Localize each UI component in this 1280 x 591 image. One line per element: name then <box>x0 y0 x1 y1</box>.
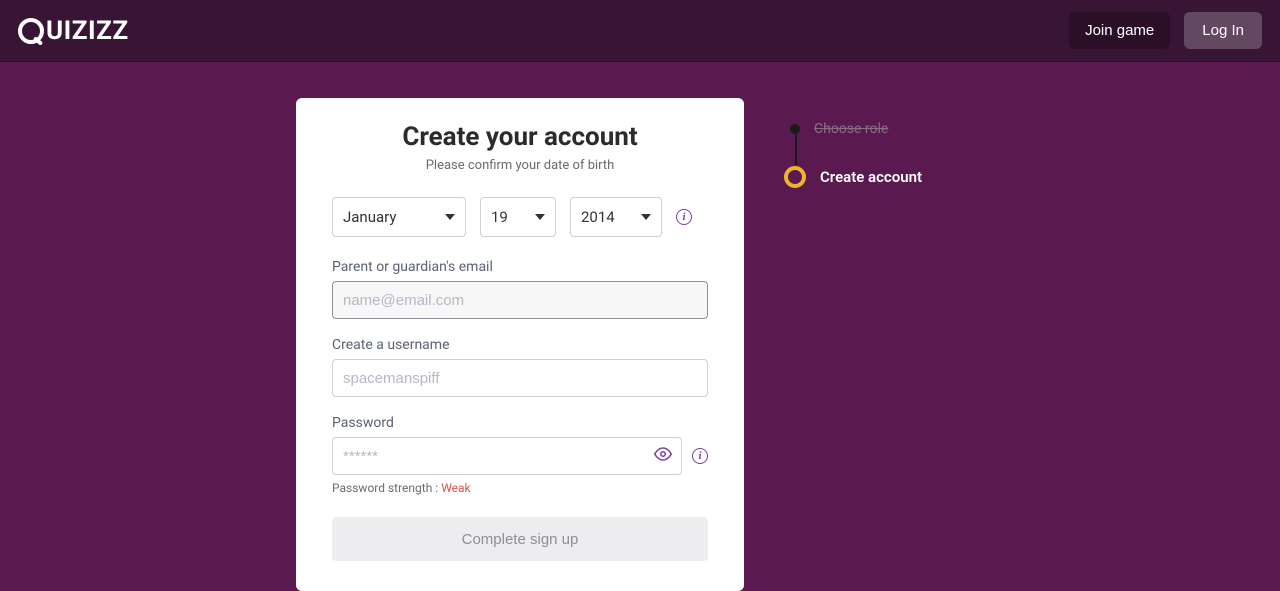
step-current-icon <box>784 166 806 188</box>
page-subtitle: Please confirm your date of birth <box>332 158 708 173</box>
dob-year-value: 2014 <box>581 208 615 226</box>
signup-card: Create your account Please confirm your … <box>296 98 744 591</box>
logo-text: UIZIZZ <box>46 16 129 46</box>
password-strength: Password strength : Weak <box>332 481 708 495</box>
dob-row: January 19 2014 i <box>332 197 708 237</box>
username-field-group: Create a username <box>332 337 708 397</box>
step-choose-role: Choose role <box>784 116 984 142</box>
app-header: UIZIZZ Join game Log In <box>0 0 1280 62</box>
main-content: Create your account Please confirm your … <box>0 62 1280 591</box>
username-label: Create a username <box>332 337 708 353</box>
info-icon[interactable]: i <box>692 448 708 464</box>
password-strength-prefix: Password strength : <box>332 481 441 495</box>
chevron-down-icon <box>535 214 545 220</box>
step-create-account-label: Create account <box>820 168 922 186</box>
login-button[interactable]: Log In <box>1184 12 1262 49</box>
dob-year-select[interactable]: 2014 <box>570 197 662 237</box>
email-input[interactable] <box>332 281 708 319</box>
eye-icon[interactable] <box>654 445 672 467</box>
dob-month-value: January <box>343 208 396 226</box>
chevron-down-icon <box>641 214 651 220</box>
password-label: Password <box>332 415 708 431</box>
dob-month-select[interactable]: January <box>332 197 466 237</box>
email-field-group: Parent or guardian's email <box>332 259 708 319</box>
step-connector <box>795 129 797 165</box>
logo-q-icon <box>18 18 44 44</box>
header-actions: Join game Log In <box>1069 12 1262 49</box>
password-strength-value: Weak <box>441 481 470 495</box>
join-game-button[interactable]: Join game <box>1069 12 1170 49</box>
password-input[interactable] <box>332 437 682 475</box>
signup-stepper: Choose role Create account <box>784 98 984 591</box>
chevron-down-icon <box>445 214 455 220</box>
email-label: Parent or guardian's email <box>332 259 708 275</box>
info-icon[interactable]: i <box>676 209 692 225</box>
page-title: Create your account <box>332 122 708 152</box>
password-field-group: Password i Password strength : Weak <box>332 415 708 495</box>
username-input[interactable] <box>332 359 708 397</box>
step-create-account: Create account <box>784 164 984 190</box>
step-choose-role-label: Choose role <box>814 121 888 137</box>
logo[interactable]: UIZIZZ <box>18 16 129 46</box>
complete-signup-button[interactable]: Complete sign up <box>332 517 708 561</box>
dob-day-select[interactable]: 19 <box>480 197 556 237</box>
dob-day-value: 19 <box>491 208 508 226</box>
